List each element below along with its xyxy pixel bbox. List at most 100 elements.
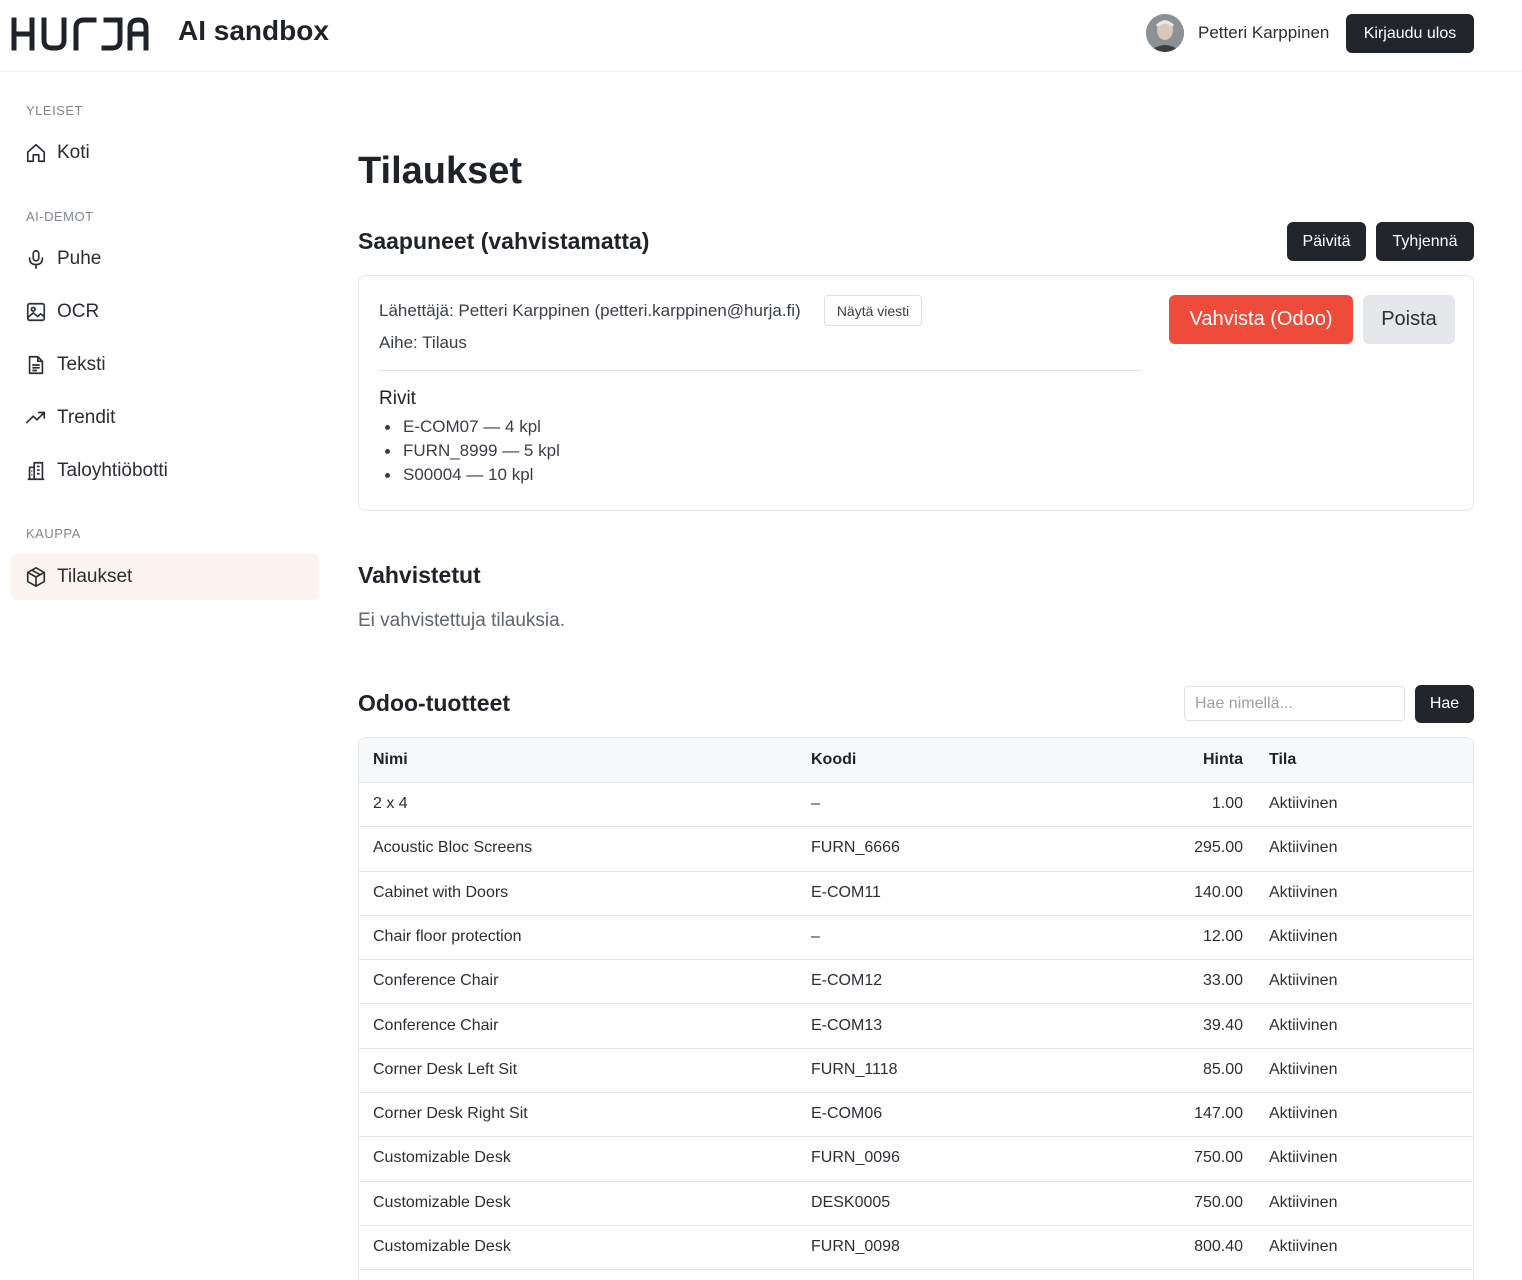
product-search-input[interactable] (1184, 686, 1405, 721)
document-icon (28, 355, 44, 375)
sidebar-item-label: Taloyhtiöbotti (57, 460, 168, 481)
sidebar-item-trendit[interactable]: Trendit (11, 395, 319, 441)
building-icon (27, 461, 45, 481)
product-name-cell: Cabinet with Doors (373, 883, 509, 901)
product-code-cell: E-COM06 (811, 1105, 883, 1123)
table-row[interactable]: Corner Desk Right Sit E-COM06 147.00 Aktiiv… (359, 1093, 1473, 1138)
order-sender: Lähettäjä: Petteri Karppinen (petteri.ka… (379, 301, 801, 320)
product-name-cell: Customizable Desk (373, 1238, 511, 1255)
table-row[interactable]: Corner Desk Left Sit FURN_1118 85.00 Aktiiv… (359, 1049, 1473, 1094)
refresh-button[interactable]: Päivitä (1287, 222, 1366, 261)
clear-button[interactable]: Tyhjennä (1376, 222, 1474, 261)
sidebar-item-label: Koti (57, 142, 90, 163)
table-header: Nimi Koodi Hinta Tila (359, 738, 1473, 783)
product-price-cell: 750.00 (1194, 1149, 1243, 1167)
table-row[interactable]: Acoustic Bloc Screens FURN_6666 295.00 Akti… (359, 827, 1473, 872)
show-message-button[interactable]: Näytä viesti (824, 295, 922, 326)
sidebar-item-label: Teksti (57, 354, 106, 375)
logout-button[interactable]: Kirjaudu ulos (1346, 14, 1474, 53)
sidebar-item-puhe[interactable]: Puhe (11, 236, 319, 282)
order-row: S00004 — 10 kpl (385, 463, 560, 487)
top-header: AI sandbox Petteri Karppinen Kirjaudu ul… (0, 0, 1522, 72)
product-code-cell: FURN_6666 (811, 839, 900, 857)
product-name-cell: Customizable Desk (373, 1193, 511, 1211)
column-header-tila[interactable]: Tila (1269, 751, 1296, 769)
product-price-cell: 33.00 (1202, 972, 1243, 990)
product-name-cell: Acoustic Bloc Screens (373, 839, 533, 857)
product-code-cell: – (811, 795, 820, 812)
product-name-cell: Conference Chair (373, 1016, 499, 1034)
sidebar-item-tilaukset[interactable]: Tilaukset (11, 554, 319, 600)
product-name-cell: Corner Desk Right Sit (373, 1105, 528, 1123)
table-row[interactable]: Cabinet with Doors E-COM11 140.00 Aktiivine… (359, 872, 1473, 916)
product-price-cell: 39.40 (1202, 1016, 1243, 1034)
column-header-koodi[interactable]: Koodi (811, 751, 856, 769)
sidebar-item-koti[interactable]: Koti (11, 130, 319, 176)
confirmed-orders-title: Vahvistetut (358, 562, 481, 588)
sidebar-item-label: OCR (57, 301, 100, 322)
product-code-cell: E-COM13 (811, 1016, 883, 1034)
table-row[interactable]: Conference Chair E-COM12 33.00 Aktiivinen (359, 960, 1473, 1005)
pending-order-card: Lähettäjä: Petteri Karppinen (petteri.ka… (358, 275, 1474, 511)
sidebar-item-ocr[interactable]: OCR (11, 289, 319, 335)
confirmed-empty-text: Ei vahvistettuja tilauksia. (358, 610, 565, 631)
sidebar-item-teksti[interactable]: Teksti (11, 342, 319, 388)
sidebar-item-taloyhtiobotti[interactable]: Taloyhtiöbotti (11, 448, 319, 494)
column-header-hinta[interactable]: Hinta (1203, 751, 1243, 769)
product-status-cell: Aktiivinen (1269, 1105, 1338, 1123)
product-status-cell: Aktiivinen (1269, 927, 1338, 945)
page-title: Tilaukset (358, 150, 523, 192)
products-title: Odoo-tuotteet (358, 690, 511, 716)
microphone-icon (28, 249, 44, 269)
product-status-cell: Aktiivinen (1269, 972, 1338, 990)
order-rows-list: E-COM07 — 4 kpl FURN_8999 — 5 kpl S00004… (385, 415, 560, 487)
product-status-cell: Aktiivinen (1269, 839, 1338, 857)
user-name: Petteri Karppinen (1198, 23, 1330, 42)
table-row[interactable]: 2 x 4 – 1.00 Aktiivinen (359, 783, 1473, 828)
confirm-odoo-button[interactable]: Vahvista (Odoo) (1169, 295, 1353, 344)
product-status-cell: Aktiivinen (1269, 1016, 1338, 1034)
table-row[interactable]: Conference Chair E-COM13 39.40 Aktiivinen (359, 1005, 1473, 1049)
user-avatar[interactable] (1146, 14, 1184, 52)
product-code-cell: FURN_0096 (811, 1149, 900, 1167)
pending-orders-title: Saapuneet (vahvistamatta) (358, 228, 650, 254)
product-name-cell: Chair floor protection (373, 927, 522, 945)
product-code-cell: E-COM12 (811, 972, 883, 990)
table-row[interactable]: Customizable Desk FURN_0096 750.00 Aktiivin… (359, 1137, 1473, 1182)
product-price-cell: 85.00 (1202, 1060, 1243, 1078)
product-price-cell: 147.00 (1194, 1105, 1243, 1123)
product-status-cell: Aktiivinen (1269, 795, 1338, 812)
sidebar-item-label: Puhe (57, 248, 102, 269)
product-status-cell: Aktiivinen (1269, 1238, 1338, 1255)
divider (379, 370, 1141, 371)
product-price-cell: 1.00 (1211, 795, 1243, 812)
order-row: FURN_8999 — 5 kpl (385, 439, 560, 463)
product-price-cell: 750.00 (1194, 1193, 1243, 1211)
product-name-cell: Customizable Desk (373, 1149, 511, 1167)
product-price-cell: 295.00 (1194, 839, 1243, 857)
avatar-photo-icon (1146, 14, 1184, 52)
sidebar-item-label: Trendit (57, 407, 116, 428)
product-price-cell: 140.00 (1194, 883, 1243, 901)
product-status-cell: Aktiivinen (1269, 1149, 1338, 1167)
hurja-logo[interactable] (10, 14, 150, 52)
product-code-cell: FURN_0098 (811, 1238, 900, 1255)
product-status-cell: Aktiivinen (1269, 1060, 1338, 1078)
product-name-cell: 2 x 4 (373, 795, 408, 812)
product-name-cell: Corner Desk Left Sit (373, 1060, 518, 1078)
sidebar-section-yleiset: YLEISET (26, 103, 83, 118)
table-row[interactable]: Customizable Desk DESK0005 750.00 Aktiivine… (359, 1182, 1473, 1226)
product-status-cell: Aktiivinen (1269, 883, 1338, 901)
products-table: Nimi Koodi Hinta Tila 2 x 4 – 1.00 Aktiivin… (358, 737, 1474, 1280)
table-row[interactable]: Customizable Desk FURN_0098 800.40 Aktiivin… (359, 1226, 1473, 1271)
home-icon (26, 143, 46, 163)
column-header-nimi[interactable]: Nimi (373, 751, 408, 769)
product-price-cell: 800.40 (1194, 1238, 1243, 1255)
search-button[interactable]: Hae (1415, 685, 1474, 723)
delete-order-button[interactable]: Poista (1363, 295, 1455, 344)
product-price-cell: 12.00 (1202, 927, 1243, 945)
order-subject: Aihe: Tilaus (379, 333, 467, 352)
product-code-cell: DESK0005 (811, 1193, 891, 1211)
table-row[interactable]: Chair floor protection – 12.00 Aktiivinen (359, 916, 1473, 961)
product-status-cell: Aktiivinen (1269, 1193, 1338, 1211)
